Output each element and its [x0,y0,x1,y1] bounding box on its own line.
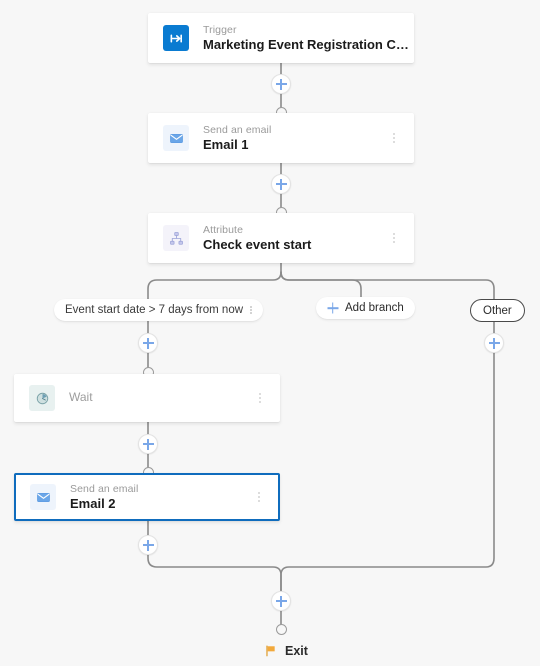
node-exit[interactable]: Exit [263,643,308,658]
branch-condition-chip[interactable]: Event start date > 7 days from now [54,299,263,321]
envelope-icon [30,484,56,510]
branch-more-options-button[interactable] [250,305,252,315]
node-kind-label: Trigger [203,23,237,36]
trigger-arrow-icon [163,25,189,51]
node-title-label: Email 1 [203,137,249,152]
node-title-label: Email 2 [70,496,116,511]
edge-split-left [147,271,282,301]
node-send-email-1[interactable]: Send an email Email 1 [148,113,414,163]
plus-icon [327,303,338,314]
edge-other-merge [280,320,495,591]
edge-split-right [280,271,495,300]
node-title-label: Wait [69,391,93,405]
envelope-icon [163,125,189,151]
node-more-options-button[interactable] [248,484,270,510]
edge-split-middle [280,271,362,299]
flag-icon [263,643,278,658]
add-step-button-after-trigger[interactable] [271,74,291,94]
connector-port-exit-in [275,624,287,635]
node-kind-label: Send an email [70,482,139,495]
branch-other-label: Other [483,304,512,317]
node-attribute-check-event-start[interactable]: Attribute Check event start [148,213,414,263]
exit-label: Exit [285,643,308,658]
node-title-label: Marketing Event Registration Created [203,37,413,52]
add-step-button-after-email-2[interactable] [138,535,158,555]
node-send-email-2[interactable]: Send an email Email 2 [14,473,280,521]
node-text: Trigger Marketing Event Registration Cre… [203,24,413,53]
add-step-button-before-exit[interactable] [271,591,291,611]
node-wait[interactable]: Wait [14,374,280,422]
node-kind-label: Attribute [203,223,244,236]
workflow-canvas[interactable]: Trigger Marketing Event Registration Cre… [0,0,540,666]
add-branch-button[interactable]: Add branch [316,297,415,319]
add-step-button-on-other-branch[interactable] [484,333,504,353]
add-branch-label: Add branch [345,302,404,314]
clock-icon [29,385,55,411]
branch-other-chip[interactable]: Other [470,299,525,322]
node-kind-label: Send an email [203,123,272,136]
node-title-label: Check event start [203,237,312,252]
add-step-button-after-email-1[interactable] [271,174,291,194]
node-more-options-button[interactable] [383,125,405,151]
node-text: Send an email Email 2 [70,483,248,512]
node-text: Send an email Email 1 [203,124,383,153]
add-step-button-after-condition[interactable] [138,333,158,353]
node-text: Attribute Check event start [203,224,383,253]
node-text: Wait [69,391,249,405]
hierarchy-icon [163,225,189,251]
branch-condition-label: Event start date > 7 days from now [65,304,244,316]
node-more-options-button[interactable] [383,225,405,251]
add-step-button-after-wait[interactable] [138,434,158,454]
connector-edges [147,62,495,635]
node-more-options-button[interactable] [249,385,271,411]
edge-email2-merge [147,519,282,591]
node-trigger[interactable]: Trigger Marketing Event Registration Cre… [148,13,414,63]
